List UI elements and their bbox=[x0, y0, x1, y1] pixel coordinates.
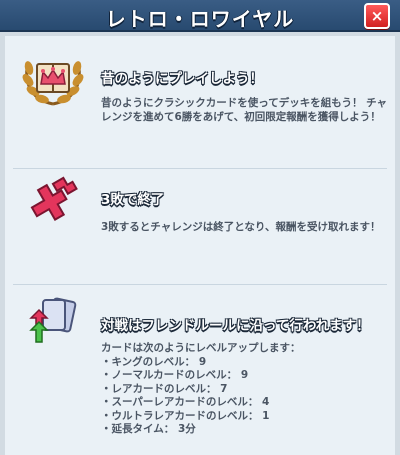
rules-list: カードは次のようにレベルアップします： ・キングのレベル： 9 ・ノーマルカード… bbox=[101, 342, 387, 437]
rule-item: ・延長タイム： 3分 bbox=[101, 423, 196, 435]
rules-intro: カードは次のようにレベルアップします： bbox=[101, 342, 301, 354]
close-icon: × bbox=[370, 7, 384, 25]
section-description: 3敗するとチャレンジは終了となり、報酬を受け取れます！ bbox=[101, 221, 381, 233]
page-title: レトロ・ロワイヤル bbox=[105, 7, 295, 31]
section-heading: 3敗で終了 bbox=[101, 192, 165, 208]
book-crown-laurel-icon bbox=[21, 46, 85, 112]
rule-item: ・ウルトラレアカードのレベル： 1 bbox=[101, 409, 270, 422]
divider bbox=[13, 168, 387, 169]
header-bar: レトロ・ロワイヤル × bbox=[0, 0, 400, 32]
close-button[interactable]: × bbox=[364, 3, 390, 29]
rule-item: ・スーパーレアカードのレベル： 4 bbox=[101, 396, 270, 408]
section-description: 昔のようにクラシックカードを使ってデッキを組もう！ チャレンジを進めて6勝をあげ… bbox=[101, 97, 387, 123]
rule-item: ・キングのレベル： 9 bbox=[101, 355, 207, 368]
divider bbox=[13, 284, 387, 285]
rule-item: ・レアカードのレベル： 7 bbox=[101, 382, 228, 395]
broken-red-cross-icon bbox=[21, 174, 85, 230]
section-heading: 対戦はフレンドルールに沿って行われます！ bbox=[101, 318, 370, 334]
info-panel: 昔のようにプレイしよう！ 昔のようにクラシックカードを使ってデッキを組もう！ チ… bbox=[5, 36, 395, 455]
cards-arrows-icon bbox=[21, 294, 85, 350]
section-heading: 昔のようにプレイしよう！ bbox=[101, 71, 263, 87]
rule-item: ・ノーマルカードのレベル： 9 bbox=[101, 369, 249, 381]
